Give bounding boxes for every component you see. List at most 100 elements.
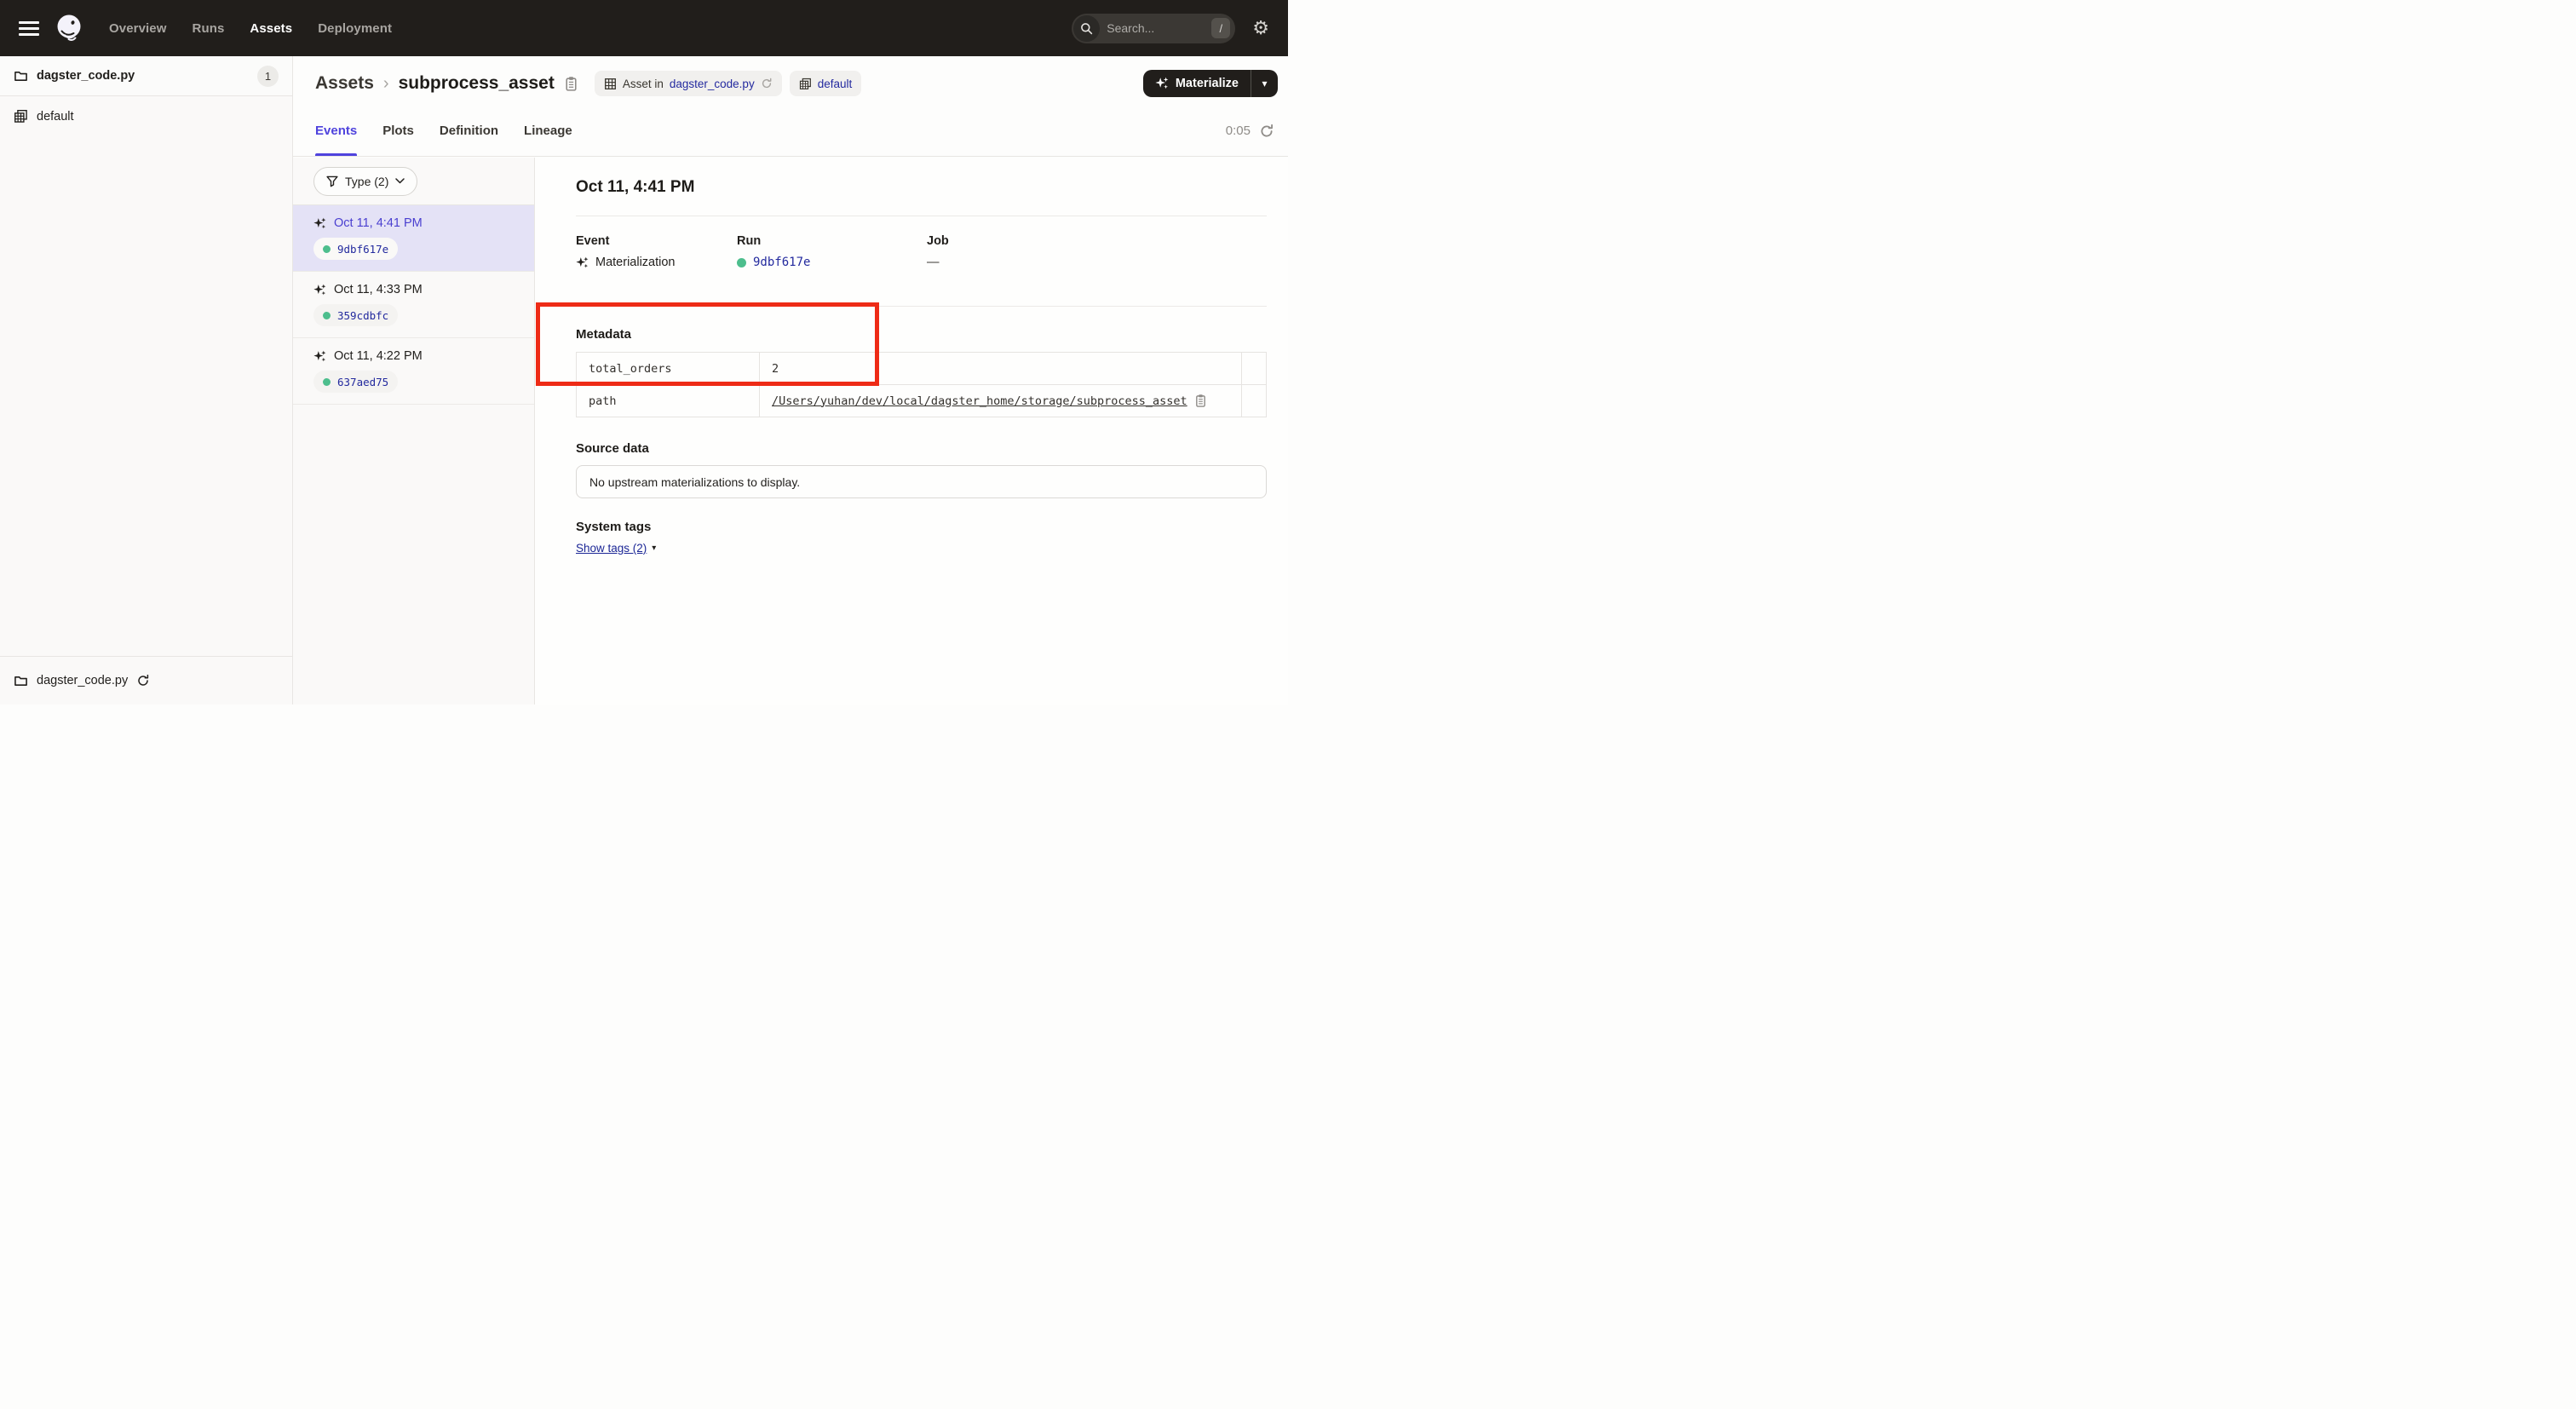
materialize-label: Materialize [1176, 77, 1239, 90]
asset-group-tag[interactable]: default [790, 71, 862, 96]
gear-icon[interactable]: ⚙ [1252, 19, 1269, 37]
run-status-dot [737, 258, 746, 267]
source-data-heading: Source data [576, 441, 649, 456]
job-value: — [927, 256, 940, 269]
refresh-timer: 0:05 [1226, 124, 1251, 138]
event-list-item[interactable]: Oct 11, 4:22 PM 637aed75 [293, 338, 534, 405]
metadata-path-link[interactable]: /Users/yuhan/dev/local/dagster_home/stor… [772, 394, 1187, 408]
event-timestamp: Oct 11, 4:22 PM [334, 349, 423, 363]
table-end-cell [1241, 353, 1266, 384]
run-id-link[interactable]: 637aed75 [337, 376, 388, 388]
caret-down-icon: ▾ [652, 543, 656, 553]
sidebar-item-group-default[interactable]: default [0, 96, 292, 136]
type-filter-button[interactable]: Type (2) [313, 167, 417, 196]
show-tags-toggle[interactable]: Show tags (2) ▾ [576, 542, 656, 555]
main-area: Assets › subprocess_asset Asset in dagst… [293, 56, 1288, 704]
run-id-pill[interactable]: 637aed75 [313, 371, 398, 393]
events-content: Type (2) Oct 11, 4:41 PM [293, 158, 1288, 704]
run-id-pill[interactable]: 359cdbfc [313, 304, 398, 326]
asset-group-link[interactable]: default [818, 78, 853, 90]
breadcrumb-assets-link[interactable]: Assets [315, 73, 374, 94]
nav-link-runs[interactable]: Runs [193, 21, 225, 36]
double-grid-icon [799, 78, 812, 90]
folder-icon [14, 69, 28, 83]
nav-right: Search... / ⚙ [1072, 14, 1269, 43]
sparkle-icon [313, 284, 326, 296]
run-id-link[interactable]: 9dbf617e [337, 243, 388, 256]
sidebar-item-label: dagster_code.py [37, 69, 135, 83]
asset-tag-code-location-link[interactable]: dagster_code.py [670, 78, 755, 90]
source-data-empty-message: No upstream materializations to display. [589, 475, 800, 489]
job-label: Job [927, 234, 949, 248]
sparkle-icon [1155, 77, 1169, 90]
sidebar-item-code-location[interactable]: dagster_code.py 1 [0, 56, 292, 96]
run-id-link[interactable]: 9dbf617e [753, 256, 810, 269]
event-list-item[interactable]: Oct 11, 4:41 PM 9dbf617e [293, 205, 534, 272]
tab-lineage[interactable]: Lineage [524, 106, 572, 156]
tab-plots[interactable]: Plots [382, 106, 414, 156]
hamburger-menu-icon[interactable] [19, 21, 39, 36]
materialize-button[interactable]: Materialize [1143, 70, 1251, 97]
metadata-key: total_orders [577, 353, 760, 384]
event-type-value: Materialization [595, 256, 676, 269]
nav-link-assets[interactable]: Assets [250, 21, 292, 36]
table-row: path /Users/yuhan/dev/local/dagster_home… [577, 385, 1266, 417]
search-placeholder: Search... [1107, 21, 1211, 35]
sparkle-icon [313, 217, 326, 230]
table-end-cell [1241, 385, 1266, 417]
metadata-table: total_orders 2 path /Users/yuhan/dev/loc… [576, 352, 1267, 417]
primary-nav: Overview Runs Assets Deployment [109, 21, 392, 36]
reload-icon[interactable] [761, 78, 773, 89]
asset-header: Assets › subprocess_asset Asset in dagst… [293, 56, 1288, 106]
tab-definition[interactable]: Definition [440, 106, 498, 156]
run-id-link[interactable]: 359cdbfc [337, 309, 388, 322]
sidebar-bottom-code-location[interactable]: dagster_code.py [0, 656, 292, 704]
tab-events[interactable]: Events [315, 106, 357, 156]
run-id-pill[interactable]: 9dbf617e [313, 238, 398, 260]
nav-link-deployment[interactable]: Deployment [318, 21, 392, 36]
run-label: Run [737, 234, 810, 248]
asset-tabs: Events Plots Definition Lineage 0:05 [293, 106, 1288, 157]
event-detail-heading: Oct 11, 4:41 PM [576, 178, 694, 197]
breadcrumb-chevron: › [382, 74, 391, 94]
materialize-button-group: Materialize ▾ [1143, 70, 1278, 97]
metadata-key: path [577, 385, 760, 417]
event-timestamp: Oct 11, 4:41 PM [334, 216, 423, 230]
events-filter-row: Type (2) [293, 158, 534, 205]
folder-icon [14, 674, 28, 688]
asset-location-tag[interactable]: Asset in dagster_code.py [595, 71, 782, 96]
page-title: subprocess_asset [399, 73, 555, 94]
materialize-dropdown-button[interactable]: ▾ [1251, 70, 1278, 97]
nav-link-overview[interactable]: Overview [109, 21, 167, 36]
event-detail-panel: Oct 11, 4:41 PM Event Materialization [535, 158, 1288, 704]
show-tags-label: Show tags (2) [576, 542, 647, 555]
divider [576, 306, 1267, 307]
top-nav: Overview Runs Assets Deployment Search..… [0, 0, 1288, 56]
event-timestamp: Oct 11, 4:33 PM [334, 283, 423, 296]
event-list-item[interactable]: Oct 11, 4:33 PM 359cdbfc [293, 272, 534, 338]
event-label: Event [576, 234, 676, 248]
grid-icon [604, 78, 617, 90]
asset-count-badge: 1 [257, 66, 279, 87]
chevron-down-icon [395, 178, 405, 184]
reload-icon[interactable] [1259, 124, 1274, 139]
search-icon [1073, 15, 1100, 42]
double-grid-icon [14, 109, 28, 124]
copy-icon[interactable] [1194, 394, 1207, 408]
sidebar-item-label: default [37, 110, 74, 124]
dagster-logo[interactable] [55, 13, 85, 43]
sparkle-icon [313, 350, 326, 363]
events-list-panel: Type (2) Oct 11, 4:41 PM [293, 158, 535, 704]
metadata-heading: Metadata [576, 327, 631, 342]
table-row: total_orders 2 [577, 353, 1266, 385]
system-tags-heading: System tags [576, 520, 651, 534]
search-input[interactable]: Search... / [1072, 14, 1235, 43]
copy-icon[interactable] [564, 76, 578, 92]
type-filter-label: Type (2) [345, 175, 388, 188]
run-status-dot [323, 378, 331, 386]
sparkle-icon [576, 256, 589, 269]
run-status-dot [323, 312, 331, 319]
asset-tag-prefix: Asset in [623, 78, 664, 90]
dagster-asset-page: Overview Runs Assets Deployment Search..… [0, 0, 1288, 704]
reload-icon[interactable] [136, 674, 150, 687]
